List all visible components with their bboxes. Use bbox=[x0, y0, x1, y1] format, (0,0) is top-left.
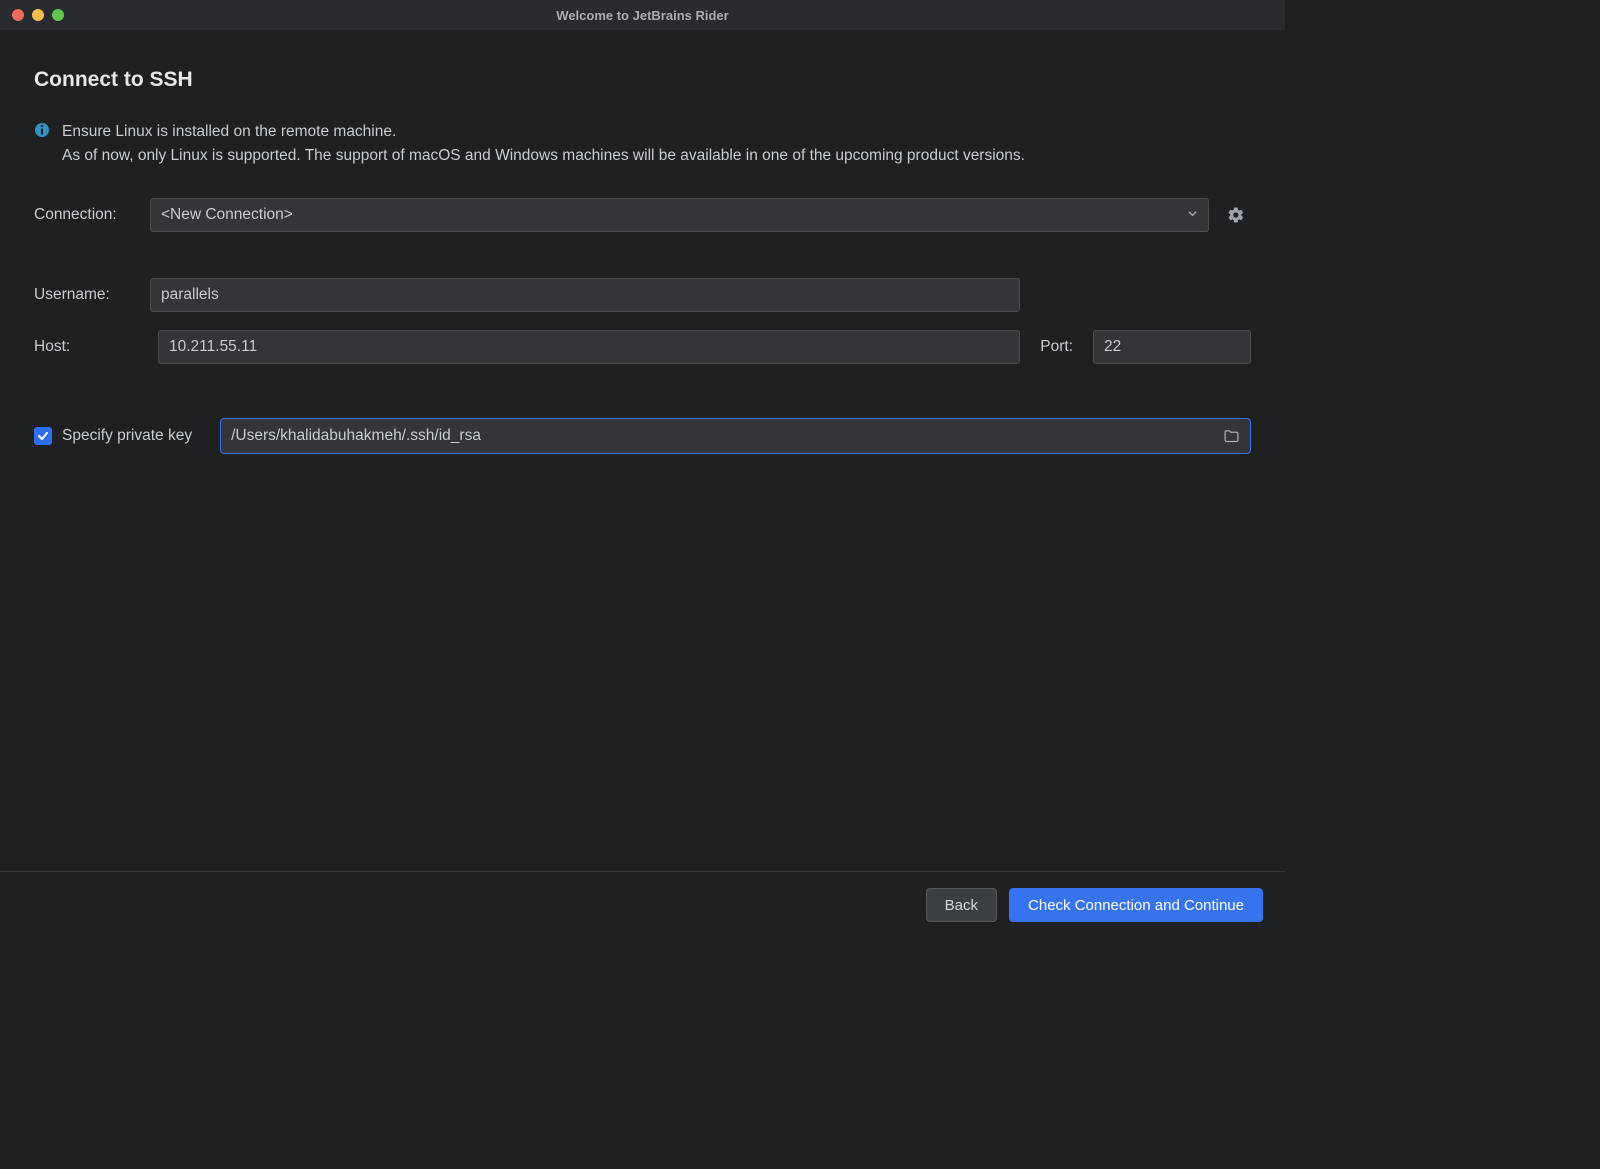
info-line-2: As of now, only Linux is supported. The … bbox=[62, 147, 1025, 164]
username-label: Username: bbox=[34, 286, 138, 304]
footer: Back Check Connection and Continue bbox=[0, 871, 1285, 940]
window-title: Welcome to JetBrains Rider bbox=[0, 8, 1285, 23]
specify-key-checkbox-wrap[interactable]: Specify private key bbox=[34, 427, 192, 445]
connection-selected-value: <New Connection> bbox=[161, 206, 293, 224]
connection-row: Connection: <New Connection> bbox=[34, 198, 1251, 232]
specify-key-checkbox[interactable] bbox=[34, 427, 52, 445]
back-button-label: Back bbox=[945, 897, 978, 914]
check-connection-label: Check Connection and Continue bbox=[1028, 897, 1244, 914]
specify-key-label: Specify private key bbox=[62, 427, 192, 445]
info-line-1: Ensure Linux is installed on the remote … bbox=[62, 123, 396, 140]
info-banner: Ensure Linux is installed on the remote … bbox=[34, 120, 1251, 168]
check-connection-button[interactable]: Check Connection and Continue bbox=[1009, 888, 1263, 922]
port-input[interactable] bbox=[1093, 330, 1251, 364]
connection-label: Connection: bbox=[34, 206, 138, 224]
info-text: Ensure Linux is installed on the remote … bbox=[62, 120, 1025, 168]
username-row: Username: bbox=[34, 278, 1251, 312]
connection-settings-button[interactable] bbox=[1221, 200, 1251, 230]
folder-icon bbox=[1223, 428, 1240, 445]
private-key-field[interactable] bbox=[220, 418, 1251, 454]
titlebar: Welcome to JetBrains Rider bbox=[0, 0, 1285, 30]
host-label: Host: bbox=[34, 338, 138, 356]
gear-icon bbox=[1227, 206, 1245, 224]
host-row: Host: Port: bbox=[34, 330, 1251, 364]
chevron-down-icon bbox=[1187, 206, 1198, 224]
back-button[interactable]: Back bbox=[926, 888, 997, 922]
private-key-row: Specify private key bbox=[34, 418, 1251, 454]
close-window-button[interactable] bbox=[12, 9, 24, 21]
host-input[interactable] bbox=[158, 330, 1020, 364]
window-controls bbox=[12, 9, 64, 21]
private-key-input[interactable] bbox=[231, 427, 1223, 445]
port-label: Port: bbox=[1040, 338, 1073, 356]
main-content: Connect to SSH Ensure Linux is installed… bbox=[0, 30, 1285, 454]
username-input[interactable] bbox=[150, 278, 1020, 312]
browse-key-button[interactable] bbox=[1223, 428, 1240, 445]
maximize-window-button[interactable] bbox=[52, 9, 64, 21]
check-icon bbox=[37, 430, 49, 442]
page-title: Connect to SSH bbox=[34, 68, 1251, 92]
info-icon bbox=[34, 120, 52, 138]
connection-select[interactable]: <New Connection> bbox=[150, 198, 1209, 232]
minimize-window-button[interactable] bbox=[32, 9, 44, 21]
